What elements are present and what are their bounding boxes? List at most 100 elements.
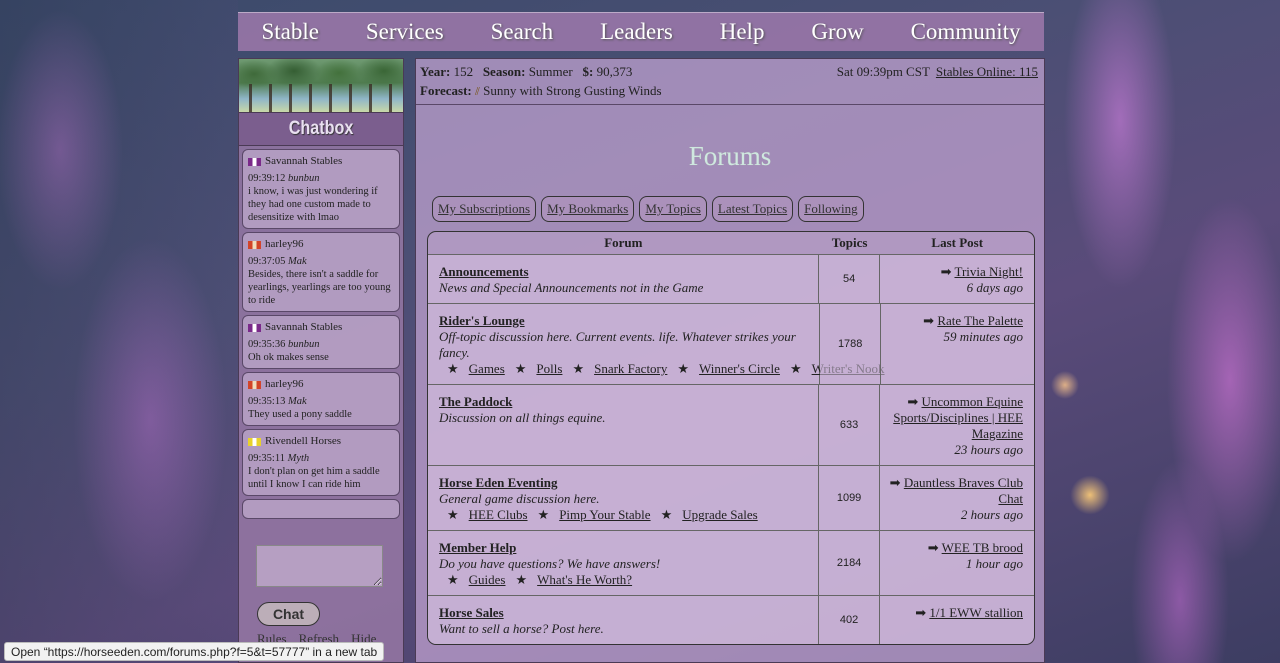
- last-post-link[interactable]: Rate The Palette: [937, 313, 1023, 328]
- subforum-link[interactable]: HEE Clubs: [469, 507, 528, 522]
- chat-message: [242, 499, 400, 519]
- stable-flag-icon: [248, 323, 261, 332]
- forum-title-link[interactable]: Announcements: [439, 264, 529, 279]
- chat-text: They used a pony saddle: [248, 409, 352, 420]
- chat-stable-link[interactable]: Rivendell Horses: [265, 435, 341, 448]
- nav-leaders[interactable]: Leaders: [600, 19, 673, 45]
- subforum-link[interactable]: Guides: [469, 572, 506, 587]
- year-label: Year:: [420, 64, 451, 79]
- nav-stable[interactable]: Stable: [261, 19, 319, 45]
- forum-title-link[interactable]: Horse Eden Eventing: [439, 475, 557, 490]
- forum-row: Rider's Lounge Off-topic discussion here.…: [428, 303, 1034, 384]
- chatbox-title: Chatbox: [288, 118, 354, 139]
- forest-banner: [239, 59, 403, 112]
- subforum-list: ★ HEE Clubs ★ Pimp Your Stable ★ Upgrade Sale…: [447, 507, 808, 523]
- chat-stable-link[interactable]: harley96: [265, 378, 303, 391]
- season-value: Summer: [528, 64, 573, 79]
- star-icon: ★: [515, 572, 528, 587]
- server-time: Sat 09:39pm CST: [836, 64, 930, 79]
- nav-grow[interactable]: Grow: [811, 19, 863, 45]
- chat-user: bunbun: [287, 339, 320, 350]
- star-icon: ★: [447, 507, 459, 522]
- chat-stable-link[interactable]: Savannah Stables: [265, 321, 342, 334]
- stables-online-link[interactable]: Stables Online: 115: [936, 64, 1038, 79]
- subforum-link[interactable]: Pimp Your Stable: [559, 507, 650, 522]
- last-post-time: 1 hour ago: [965, 556, 1023, 571]
- last-post-link[interactable]: Dauntless Braves Club Chat: [904, 475, 1023, 506]
- nav-help[interactable]: Help: [720, 19, 765, 45]
- last-post-link[interactable]: 1/1 EWW stallion: [929, 605, 1023, 620]
- header-last-post: Last Post: [931, 235, 984, 250]
- stable-flag-icon: [248, 157, 261, 166]
- chat-time: 09:35:36: [248, 339, 286, 350]
- arrow-right-icon: ➡: [889, 475, 901, 490]
- subforum-item: ★ Snark Factory: [572, 361, 667, 376]
- forum-description: Discussion on all things equine.: [439, 410, 606, 425]
- chat-user: Myth: [287, 453, 310, 464]
- chat-time: 09:35:13: [248, 396, 286, 407]
- chat-message: harley96 09:37:05 Mak Besides, there isn't…: [242, 232, 400, 312]
- nav-community[interactable]: Community: [911, 19, 1021, 45]
- forum-table-header: Forum Topics Last Post: [428, 232, 1034, 254]
- chat-message: Rivendell Horses 09:35:11 Myth I don't pla…: [242, 429, 400, 496]
- nav-search[interactable]: Search: [491, 19, 554, 45]
- background-left: [0, 0, 238, 663]
- top-nav: Stable Services Search Leaders Help Grow…: [238, 12, 1044, 51]
- star-icon: ★: [514, 361, 527, 376]
- forum-row: Member Help Do you have questions? We hav…: [428, 530, 1034, 595]
- forum-row: Announcements News and Special Announceme…: [428, 254, 1034, 303]
- chat-text: i know, i was just wondering if they had…: [248, 186, 378, 223]
- arrow-right-icon: ➡: [940, 264, 952, 279]
- tab-latest-topics[interactable]: Latest Topics: [711, 196, 794, 222]
- last-post-link[interactable]: WEE TB brood: [942, 540, 1023, 555]
- subforum-link[interactable]: Snark Factory: [594, 361, 667, 376]
- page-title: Forums: [688, 141, 772, 171]
- tab-my-subscriptions[interactable]: My Subscriptions: [432, 196, 537, 222]
- subforum-link[interactable]: Games: [469, 361, 505, 376]
- subforum-link[interactable]: What's He Worth?: [537, 572, 632, 587]
- chat-text: Besides, there isn't a saddle for yearli…: [248, 269, 391, 306]
- subforum-link[interactable]: Upgrade Sales: [682, 507, 757, 522]
- tab-following[interactable]: Following: [798, 196, 864, 222]
- stable-flag-icon: [248, 380, 261, 389]
- chat-message-list[interactable]: Savannah Stables 09:39:12 bunbun i know, i…: [239, 146, 403, 522]
- arrow-right-icon: ➡: [915, 605, 927, 620]
- stable-flag-icon: [248, 240, 261, 249]
- forum-table: Forum Topics Last Post Announcements News…: [427, 231, 1035, 645]
- subforum-link[interactable]: Polls: [536, 361, 562, 376]
- chat-message: harley96 09:35:13 Mak They used a pony sad…: [242, 372, 400, 426]
- last-post-time: 6 days ago: [966, 280, 1023, 295]
- forum-title-link[interactable]: Horse Sales: [439, 605, 504, 620]
- chat-input[interactable]: [256, 545, 383, 587]
- arrow-right-icon: ➡: [907, 394, 919, 409]
- status-bar: Year: 152 Season: Summer $: 90,373 Forec…: [416, 59, 1044, 105]
- chatbox-header: Chatbox: [239, 112, 403, 146]
- subforum-item: ★ Guides: [447, 572, 506, 587]
- subforum-list: ★ Games ★ Polls ★ Snark Factory ★ Winner's Circ…: [447, 361, 885, 377]
- forum-title-link[interactable]: Rider's Lounge: [439, 313, 525, 328]
- last-post-link[interactable]: Trivia Night!: [954, 264, 1023, 279]
- tab-my-topics[interactable]: My Topics: [639, 196, 707, 222]
- chat-send-button[interactable]: Chat: [257, 602, 320, 626]
- forum-description: Off-topic discussion here. Current event…: [439, 329, 796, 360]
- forum-topic-count: 633: [818, 385, 881, 465]
- tab-my-bookmarks[interactable]: My Bookmarks: [541, 196, 635, 222]
- subforum-link[interactable]: Winner's Circle: [699, 361, 780, 376]
- chat-message: Savannah Stables 09:35:36 bunbun Oh ok mak…: [242, 315, 400, 369]
- forum-title-link[interactable]: Member Help: [439, 540, 516, 555]
- forum-tabs: My Subscriptions My Bookmarks My Topics …: [432, 196, 864, 222]
- chat-text: I don't plan on get him a saddle until I…: [248, 466, 380, 490]
- subforum-item: ★ Games: [447, 361, 505, 376]
- last-post-time: 23 hours ago: [954, 442, 1023, 457]
- money-label: $:: [582, 64, 594, 79]
- forum-row: The Paddock Discussion on all things equi…: [428, 384, 1034, 465]
- main-panel: Year: 152 Season: Summer $: 90,373 Forec…: [415, 58, 1045, 663]
- subforum-item: ★ Polls: [515, 361, 563, 376]
- star-icon: ★: [537, 507, 550, 522]
- chat-user: bunbun: [287, 173, 320, 184]
- chat-stable-link[interactable]: harley96: [265, 238, 303, 251]
- season-label: Season:: [482, 64, 526, 79]
- chat-stable-link[interactable]: Savannah Stables: [265, 155, 342, 168]
- forum-title-link[interactable]: The Paddock: [439, 394, 512, 409]
- nav-services[interactable]: Services: [366, 19, 444, 45]
